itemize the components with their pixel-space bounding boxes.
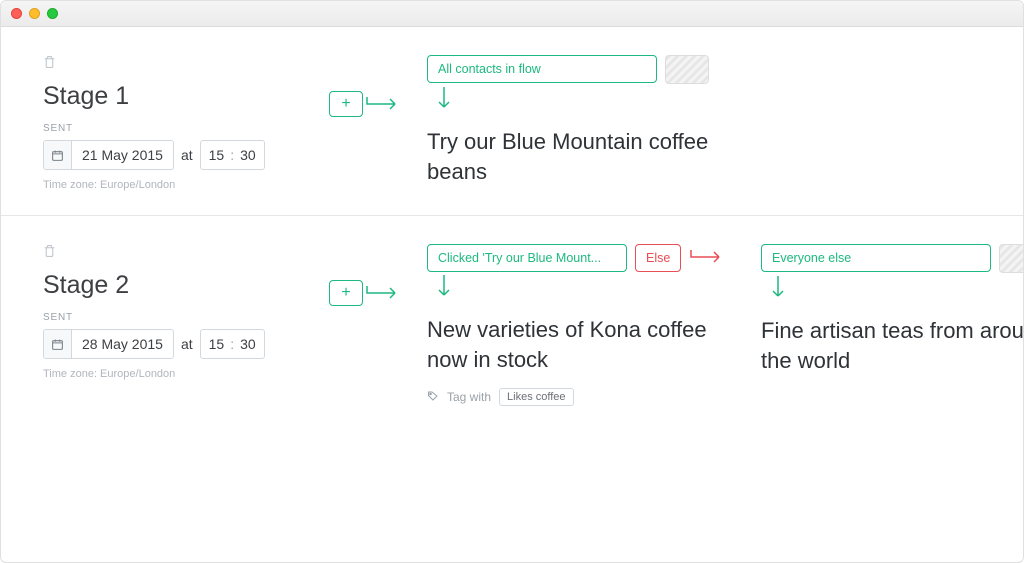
- flow-header-row: Everyone else: [761, 244, 1023, 273]
- time-minute[interactable]: 30: [240, 336, 256, 352]
- at-text: at: [181, 147, 193, 163]
- trash-icon[interactable]: [43, 244, 303, 263]
- minimize-icon[interactable]: [29, 8, 40, 19]
- arrow-down-icon: [437, 274, 737, 305]
- trash-icon[interactable]: [43, 55, 303, 74]
- stage-header: Stage 2 SENT 28 May 2015 at 15 : 30: [43, 244, 303, 406]
- flow-column: Everyone else Fine artisan teas from aro…: [761, 244, 1023, 406]
- tag-icon: [427, 390, 439, 405]
- content-area: Stage 1 SENT 21 May 2015 at 15 : 30: [1, 27, 1023, 562]
- stage-content: Clicked 'Try our Blue Mount... Else New …: [427, 244, 1023, 406]
- arrow-down-icon: [771, 275, 1023, 306]
- stage-header: Stage 1 SENT 21 May 2015 at 15 : 30: [43, 55, 303, 191]
- arrow-down-icon: [437, 86, 737, 117]
- title-bar[interactable]: [1, 1, 1023, 27]
- stage-panel: Stage 2 SENT 28 May 2015 at 15 : 30: [1, 216, 1023, 430]
- time-hour[interactable]: 15: [209, 336, 225, 352]
- time-sep: :: [230, 147, 234, 163]
- calendar-icon[interactable]: [44, 330, 72, 358]
- placeholder-box[interactable]: [999, 244, 1023, 273]
- sent-label: SENT: [43, 312, 303, 323]
- condition-pill[interactable]: All contacts in flow: [427, 55, 657, 83]
- arrow-right-icon: [689, 249, 725, 270]
- arrow-right-icon: [365, 96, 401, 117]
- stage-title: Stage 2: [43, 271, 303, 300]
- flow-column: Clicked 'Try our Blue Mount... Else New …: [427, 244, 737, 406]
- placeholder-box[interactable]: [665, 55, 709, 84]
- tag-row: Tag with Likes coffee: [427, 388, 737, 406]
- stage-panel: Stage 1 SENT 21 May 2015 at 15 : 30: [1, 27, 1023, 216]
- time-hour[interactable]: 15: [209, 147, 225, 163]
- flow-column: All contacts in flow Try our Blue Mounta…: [427, 55, 737, 191]
- date-picker[interactable]: 21 May 2015: [43, 140, 174, 170]
- date-text: 28 May 2015: [72, 336, 173, 352]
- else-pill[interactable]: Else: [635, 244, 681, 272]
- date-picker[interactable]: 28 May 2015: [43, 329, 174, 359]
- stage-title: Stage 1: [43, 82, 303, 111]
- close-icon[interactable]: [11, 8, 22, 19]
- condition-pill[interactable]: Clicked 'Try our Blue Mount...: [427, 244, 627, 272]
- date-row: 21 May 2015 at 15 : 30: [43, 140, 303, 170]
- time-sep: :: [230, 336, 234, 352]
- time-minute[interactable]: 30: [240, 147, 256, 163]
- time-picker[interactable]: 15 : 30: [200, 140, 265, 170]
- time-picker[interactable]: 15 : 30: [200, 329, 265, 359]
- tag-chip[interactable]: Likes coffee: [499, 388, 574, 406]
- stage-content: All contacts in flow Try our Blue Mounta…: [427, 55, 987, 191]
- timezone-label: Time zone: Europe/London: [43, 368, 303, 380]
- timezone-label: Time zone: Europe/London: [43, 179, 303, 191]
- add-branch-button[interactable]: +: [329, 91, 363, 117]
- email-subject[interactable]: Try our Blue Mountain coffee beans: [427, 127, 717, 186]
- flow-header-row: Clicked 'Try our Blue Mount... Else: [427, 244, 737, 272]
- arrow-right-icon: [365, 285, 401, 306]
- calendar-icon[interactable]: [44, 141, 72, 169]
- date-text: 21 May 2015: [72, 147, 173, 163]
- flow-header-row: All contacts in flow: [427, 55, 737, 84]
- email-subject[interactable]: New varieties of Kona coffee now in stoc…: [427, 315, 717, 374]
- sent-label: SENT: [43, 123, 303, 134]
- at-text: at: [181, 336, 193, 352]
- email-subject[interactable]: Fine artisan teas from around the world: [761, 316, 1023, 375]
- add-branch-button[interactable]: +: [329, 280, 363, 306]
- maximize-icon[interactable]: [47, 8, 58, 19]
- app-window: Stage 1 SENT 21 May 2015 at 15 : 30: [0, 0, 1024, 563]
- date-row: 28 May 2015 at 15 : 30: [43, 329, 303, 359]
- add-branch-group: +: [329, 280, 401, 406]
- tag-label: Tag with: [447, 390, 491, 404]
- add-branch-group: +: [329, 91, 401, 191]
- condition-pill[interactable]: Everyone else: [761, 244, 991, 272]
